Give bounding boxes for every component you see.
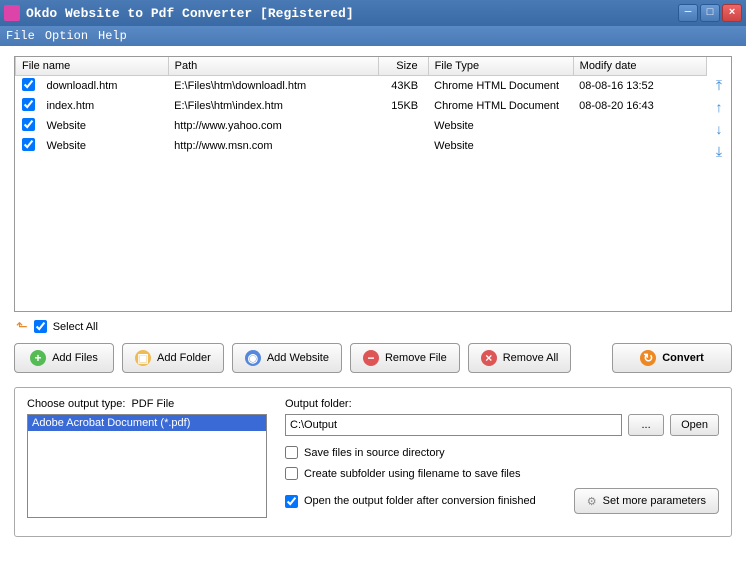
table-row[interactable]: downloadl.htm E:\Files\htm\downloadl.htm… <box>16 76 707 97</box>
cell-type: Website <box>428 136 573 156</box>
cell-size <box>378 116 428 136</box>
app-icon <box>4 5 20 21</box>
remove-all-button[interactable]: ×Remove All <box>468 343 572 373</box>
convert-icon: ↻ <box>640 350 656 366</box>
row-checkbox[interactable] <box>22 78 35 91</box>
menu-file[interactable]: File <box>6 29 35 43</box>
cell-filename: Website <box>41 116 169 136</box>
move-bottom-icon[interactable]: ⤓ <box>711 143 727 159</box>
save-source-label: Save files in source directory <box>304 447 445 459</box>
cell-path: E:\Files\htm\downloadl.htm <box>168 76 378 97</box>
menu-help[interactable]: Help <box>98 29 127 43</box>
choose-output-label: Choose output type: <box>27 398 125 410</box>
row-checkbox[interactable] <box>22 138 35 151</box>
convert-button[interactable]: ↻Convert <box>612 343 732 373</box>
cell-type: Chrome HTML Document <box>428 96 573 116</box>
menu-option[interactable]: Option <box>45 29 88 43</box>
cell-path: http://www.msn.com <box>168 136 378 156</box>
col-filetype[interactable]: File Type <box>428 57 573 76</box>
menubar: File Option Help <box>0 26 746 46</box>
cell-filename: index.htm <box>41 96 169 116</box>
col-size[interactable]: Size <box>378 57 428 76</box>
table-row[interactable]: Website http://www.msn.com Website <box>16 136 707 156</box>
move-up-icon[interactable]: ↑ <box>711 99 727 115</box>
cell-type: Website <box>428 116 573 136</box>
x-icon: × <box>481 350 497 366</box>
cell-path: E:\Files\htm\index.htm <box>168 96 378 116</box>
open-after-checkbox[interactable] <box>285 495 298 508</box>
output-folder-input[interactable] <box>285 414 622 436</box>
cell-modify: 08-08-20 16:43 <box>573 96 706 116</box>
output-type-list[interactable]: Adobe Acrobat Document (*.pdf) <box>27 414 267 518</box>
remove-file-button[interactable]: −Remove File <box>350 343 460 373</box>
cell-filename: Website <box>41 136 169 156</box>
cell-type: Chrome HTML Document <box>428 76 573 97</box>
add-website-button[interactable]: ◉Add Website <box>232 343 342 373</box>
col-filename[interactable]: File name <box>16 57 169 76</box>
row-checkbox[interactable] <box>22 98 35 111</box>
cell-filename: downloadl.htm <box>41 76 169 97</box>
plus-icon: + <box>30 350 46 366</box>
table-row[interactable]: index.htm E:\Files\htm\index.htm 15KB Ch… <box>16 96 707 116</box>
minimize-button[interactable]: ─ <box>678 4 698 22</box>
file-list-panel: File name Path Size File Type Modify dat… <box>14 56 732 312</box>
col-modify[interactable]: Modify date <box>573 57 706 76</box>
add-files-button[interactable]: +Add Files <box>14 343 114 373</box>
cell-size: 15KB <box>378 96 428 116</box>
browse-button[interactable]: ... <box>628 414 664 436</box>
maximize-button[interactable]: □ <box>700 4 720 22</box>
move-top-icon[interactable]: ⤒ <box>711 77 727 93</box>
cell-path: http://www.yahoo.com <box>168 116 378 136</box>
minus-icon: − <box>363 350 379 366</box>
open-after-label: Open the output folder after conversion … <box>304 495 536 507</box>
add-folder-button[interactable]: ▣Add Folder <box>122 343 224 373</box>
file-table: File name Path Size File Type Modify dat… <box>15 57 707 326</box>
move-down-icon[interactable]: ↓ <box>711 121 727 137</box>
col-path[interactable]: Path <box>168 57 378 76</box>
cell-modify <box>573 116 706 136</box>
create-subfolder-checkbox[interactable] <box>285 467 298 480</box>
set-parameters-button[interactable]: ⚙Set more parameters <box>574 488 719 514</box>
cell-modify: 08-08-16 13:52 <box>573 76 706 97</box>
gear-icon: ⚙ <box>587 495 597 508</box>
cell-size: 43KB <box>378 76 428 97</box>
row-checkbox[interactable] <box>22 118 35 131</box>
folder-icon: ▣ <box>135 350 151 366</box>
output-folder-label: Output folder: <box>285 398 719 410</box>
output-type-value: PDF File <box>131 398 174 410</box>
globe-icon: ◉ <box>245 350 261 366</box>
cell-size <box>378 136 428 156</box>
output-type-item[interactable]: Adobe Acrobat Document (*.pdf) <box>28 415 266 431</box>
window-title: Okdo Website to Pdf Converter [Registere… <box>26 6 678 21</box>
titlebar: Okdo Website to Pdf Converter [Registere… <box>0 0 746 26</box>
save-source-checkbox[interactable] <box>285 446 298 459</box>
cell-modify <box>573 136 706 156</box>
close-button[interactable]: × <box>722 4 742 22</box>
table-row[interactable]: Website http://www.yahoo.com Website <box>16 116 707 136</box>
open-button[interactable]: Open <box>670 414 719 436</box>
create-subfolder-label: Create subfolder using filename to save … <box>304 468 520 480</box>
output-panel: Choose output type: PDF File Adobe Acrob… <box>14 387 732 537</box>
